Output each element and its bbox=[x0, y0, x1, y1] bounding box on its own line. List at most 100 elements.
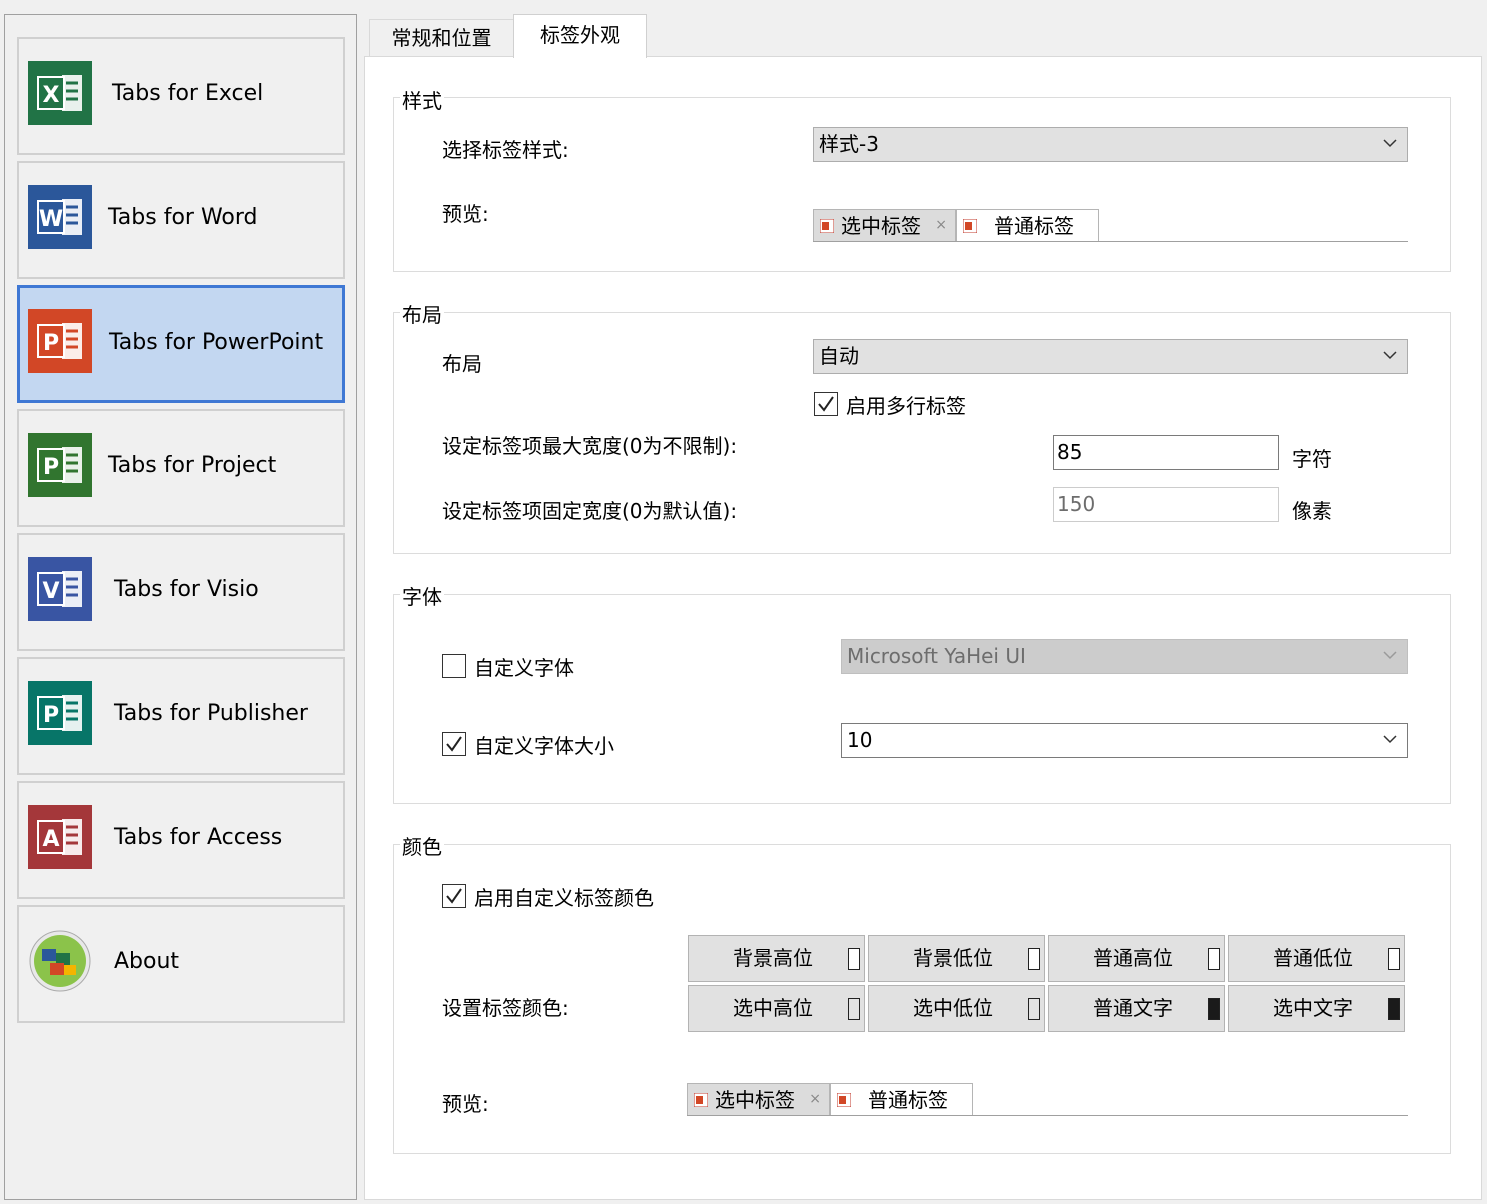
tab-style-value: 样式-3 bbox=[819, 132, 879, 156]
style-preview-label: 预览: bbox=[442, 202, 489, 226]
powerpoint-mini-icon bbox=[837, 1093, 851, 1107]
fixed-width-input[interactable]: 150 bbox=[1053, 487, 1279, 522]
checkmark-icon bbox=[446, 736, 462, 752]
project-icon: P bbox=[28, 433, 92, 497]
powerpoint-icon: P bbox=[28, 309, 92, 373]
sidebar-item-label: Tabs for Visio bbox=[114, 577, 259, 602]
color-preview-label: 预览: bbox=[442, 1092, 489, 1116]
custom-font-checkbox[interactable] bbox=[442, 654, 466, 678]
preview-normal-tab: 普通标签 bbox=[956, 209, 1099, 241]
font-group-title: 字体 bbox=[400, 581, 444, 610]
color-swatch bbox=[1388, 998, 1400, 1020]
svg-text:P: P bbox=[43, 331, 59, 356]
layout-value: 自动 bbox=[819, 344, 859, 368]
style-group bbox=[393, 97, 1451, 272]
svg-text:V: V bbox=[42, 579, 59, 604]
font-value: Microsoft YaHei UI bbox=[847, 644, 1026, 668]
custom-font-label: 自定义字体 bbox=[474, 656, 574, 680]
sidebar-item-label: Tabs for PowerPoint bbox=[109, 330, 324, 355]
color-swatch bbox=[1028, 948, 1040, 970]
publisher-icon: P bbox=[28, 681, 92, 745]
sidebar-item-label: Tabs for Excel bbox=[112, 81, 264, 106]
access-icon: A bbox=[28, 805, 92, 869]
visio-icon: V bbox=[28, 557, 92, 621]
sidebar-item-access[interactable]: A Tabs for Access bbox=[17, 781, 345, 899]
custom-size-label: 自定义字体大小 bbox=[474, 734, 614, 758]
checkmark-icon bbox=[818, 396, 834, 412]
sidebar-item-label: About bbox=[114, 949, 180, 974]
set-color-label: 设置标签颜色: bbox=[442, 996, 569, 1020]
color-swatch bbox=[1208, 948, 1220, 970]
close-icon: × bbox=[809, 1091, 821, 1107]
color-button-7[interactable]: 选中文字 bbox=[1228, 985, 1405, 1032]
preview-selected-tab: 选中标签 × bbox=[687, 1083, 830, 1115]
custom-size-checkbox[interactable] bbox=[442, 732, 466, 756]
color-swatch bbox=[848, 998, 860, 1020]
sidebar-item-publisher[interactable]: P Tabs for Publisher bbox=[17, 657, 345, 775]
custom-color-label: 启用自定义标签颜色 bbox=[474, 886, 654, 910]
svg-text:P: P bbox=[43, 703, 59, 728]
fixed-width-label: 设定标签项固定宽度(0为默认值): bbox=[442, 499, 738, 523]
color-group-title: 颜色 bbox=[400, 831, 444, 860]
sidebar-item-about[interactable]: About bbox=[17, 905, 345, 1023]
font-dropdown[interactable]: Microsoft YaHei UI bbox=[841, 639, 1408, 674]
color-button-0[interactable]: 背景高位 bbox=[688, 935, 865, 982]
sidebar-item-label: Tabs for Project bbox=[108, 453, 277, 478]
custom-color-checkbox[interactable] bbox=[442, 884, 466, 908]
sidebar-item-excel[interactable]: X Tabs for Excel bbox=[17, 37, 345, 155]
settings-panel: 样式 选择标签样式: 样式-3 预览: 选中标签 × 普通标签 布局 布局 自动… bbox=[364, 56, 1482, 1200]
word-icon: W bbox=[28, 185, 92, 249]
layout-label: 布局 bbox=[442, 352, 482, 376]
powerpoint-mini-icon bbox=[963, 219, 977, 233]
color-swatch bbox=[1208, 998, 1220, 1020]
chevron-down-icon bbox=[1383, 735, 1397, 744]
preview-normal-tab: 普通标签 bbox=[830, 1083, 973, 1115]
font-size-dropdown[interactable]: 10 bbox=[841, 723, 1408, 758]
color-swatch bbox=[1028, 998, 1040, 1020]
sidebar-item-powerpoint[interactable]: P Tabs for PowerPoint bbox=[17, 285, 345, 403]
product-sidebar: X Tabs for Excel W Tabs for Word P Tabs for P… bbox=[4, 14, 357, 1200]
color-button-6[interactable]: 普通文字 bbox=[1048, 985, 1225, 1032]
color-button-3[interactable]: 普通低位 bbox=[1228, 935, 1405, 982]
color-button-4[interactable]: 选中高位 bbox=[688, 985, 865, 1032]
chevron-down-icon bbox=[1383, 351, 1397, 360]
powerpoint-mini-icon bbox=[820, 219, 834, 233]
color-button-5[interactable]: 选中低位 bbox=[868, 985, 1045, 1032]
chevron-down-icon bbox=[1383, 651, 1397, 660]
fixed-width-unit: 像素 bbox=[1292, 499, 1332, 523]
checkmark-icon bbox=[446, 888, 462, 904]
color-preview-strip: 选中标签 × 普通标签 bbox=[687, 1081, 1408, 1116]
tab-general-position[interactable]: 常规和位置 bbox=[369, 19, 514, 57]
color-swatch bbox=[1388, 948, 1400, 970]
svg-text:X: X bbox=[43, 83, 60, 108]
svg-text:W: W bbox=[39, 207, 63, 232]
excel-icon: X bbox=[28, 61, 92, 125]
style-preview-strip: 选中标签 × 普通标签 bbox=[813, 207, 1408, 242]
color-button-2[interactable]: 普通高位 bbox=[1048, 935, 1225, 982]
preview-selected-tab: 选中标签 × bbox=[813, 209, 956, 241]
color-button-1[interactable]: 背景低位 bbox=[868, 935, 1045, 982]
sidebar-item-label: Tabs for Word bbox=[108, 205, 258, 230]
sidebar-item-word[interactable]: W Tabs for Word bbox=[17, 161, 345, 279]
sidebar-item-visio[interactable]: V Tabs for Visio bbox=[17, 533, 345, 651]
tab-style-label: 选择标签样式: bbox=[442, 138, 569, 162]
font-size-value: 10 bbox=[847, 728, 873, 752]
layout-dropdown[interactable]: 自动 bbox=[813, 339, 1408, 374]
close-icon: × bbox=[935, 217, 947, 233]
powerpoint-mini-icon bbox=[694, 1093, 708, 1107]
chevron-down-icon bbox=[1383, 139, 1397, 148]
about-icon bbox=[29, 930, 91, 992]
svg-text:A: A bbox=[42, 827, 59, 852]
sidebar-item-label: Tabs for Access bbox=[114, 825, 283, 850]
max-width-unit: 字符 bbox=[1292, 447, 1332, 471]
layout-group-title: 布局 bbox=[400, 299, 444, 328]
font-group bbox=[393, 594, 1451, 804]
multiline-label: 启用多行标签 bbox=[846, 394, 966, 418]
tab-style-dropdown[interactable]: 样式-3 bbox=[813, 127, 1408, 162]
sidebar-item-project[interactable]: P Tabs for Project bbox=[17, 409, 345, 527]
max-width-input[interactable]: 85 bbox=[1053, 435, 1279, 470]
color-swatch bbox=[848, 948, 860, 970]
tab-tab-appearance[interactable]: 标签外观 bbox=[513, 14, 647, 58]
svg-text:P: P bbox=[43, 455, 59, 480]
multiline-checkbox[interactable] bbox=[814, 392, 838, 416]
